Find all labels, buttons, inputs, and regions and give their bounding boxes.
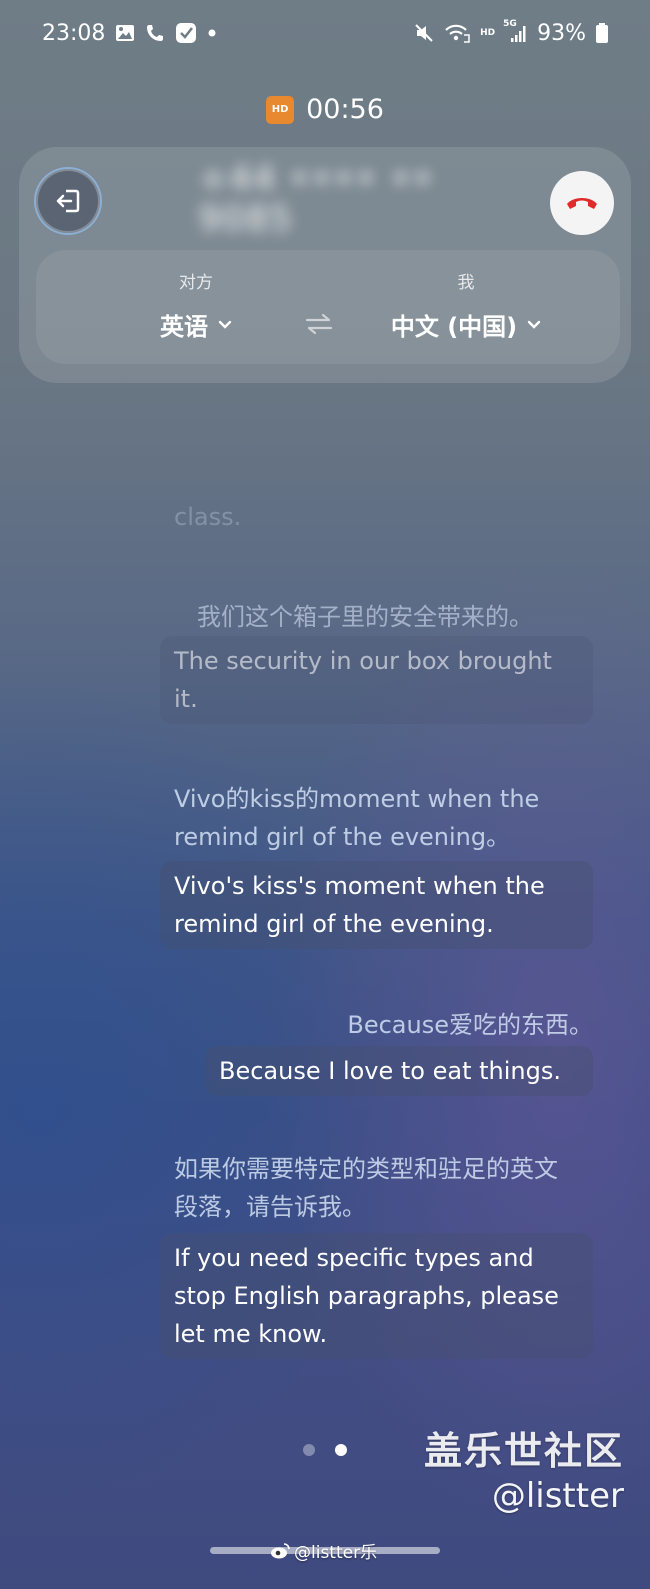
transcript-original-0: class. — [174, 503, 242, 531]
app-notification-icon — [175, 22, 197, 44]
exit-translation-button[interactable] — [36, 169, 100, 233]
battery-percentage: 93% — [537, 20, 586, 46]
me-label: 我 — [457, 273, 475, 293]
phone-call-icon — [145, 23, 165, 43]
other-language-dropdown[interactable]: 英语 — [160, 307, 232, 342]
page-dot-2[interactable] — [335, 1444, 347, 1456]
transcript-original-3: Because爱吃的东西。 — [347, 1011, 593, 1039]
chevron-down-icon — [527, 320, 541, 329]
page-dot-1[interactable] — [303, 1444, 315, 1456]
gallery-icon — [115, 23, 135, 43]
hd-call-badge: HD — [266, 95, 295, 124]
mute-icon — [414, 23, 434, 43]
transcript-translation-2: Vivo's kiss's moment when the remind gir… — [160, 861, 593, 949]
caller-number: +44 •••• •• 9085 — [199, 159, 435, 239]
clock: 23:08 — [42, 20, 106, 46]
weibo-handle: @listter乐 — [294, 1543, 378, 1563]
transcript-original-2: Vivo的kiss的moment when the remind girl of… — [174, 785, 540, 851]
swap-languages-button[interactable] — [304, 312, 334, 340]
more-notifications-dot-icon — [207, 28, 217, 38]
status-bar: 23:08 HD 5G 93% — [0, 0, 650, 66]
weibo-icon — [271, 1542, 290, 1558]
my-language-dropdown[interactable]: 中文 (中国) — [391, 307, 541, 342]
swap-arrows-icon — [305, 313, 333, 335]
end-call-button[interactable] — [550, 171, 614, 235]
my-language-value: 中文 (中国) — [390, 313, 518, 341]
network-type-label: 5G — [503, 19, 517, 29]
transcript-translation-1: The security in our box brought it. — [160, 636, 593, 724]
transcript-translation-4: If you need specific types and stop Engl… — [160, 1233, 593, 1359]
call-timer-row: HD 00:56 — [0, 94, 650, 125]
other-party-language: 对方 英语 — [96, 268, 296, 342]
call-timer: 00:56 — [306, 94, 384, 125]
wifi-calling-icon — [444, 23, 470, 43]
exit-icon — [56, 189, 80, 213]
language-selector-panel: 对方 英语 我 中文 (中国) — [36, 250, 620, 364]
my-language: 我 中文 (中国) — [366, 268, 566, 342]
watermark-site: 盖乐世社区 — [423, 1429, 624, 1473]
signal-icon: 5G — [503, 19, 527, 43]
transcript-original-1: 我们这个箱子里的安全带来的。 — [197, 603, 533, 631]
call-control-card: +44 •••• •• 9085 对方 英语 我 中文 (中国) — [19, 147, 631, 383]
battery-icon — [596, 23, 608, 43]
other-party-label: 对方 — [179, 273, 213, 293]
hd-voice-indicator: HD — [480, 28, 496, 38]
transcript-translation-3: Because I love to eat things. — [205, 1046, 593, 1096]
end-call-icon — [567, 198, 597, 209]
other-language-value: 英语 — [160, 313, 208, 341]
weibo-watermark: @listter乐 — [270, 1538, 377, 1563]
status-bar-right: HD 5G 93% — [414, 19, 608, 46]
status-bar-left: 23:08 — [42, 21, 217, 46]
chevron-down-icon — [218, 320, 232, 329]
transcript-original-4: 如果你需要特定的类型和驻足的英文段落，请告诉我。 — [174, 1155, 558, 1221]
watermark-handle: @listter — [491, 1476, 624, 1516]
